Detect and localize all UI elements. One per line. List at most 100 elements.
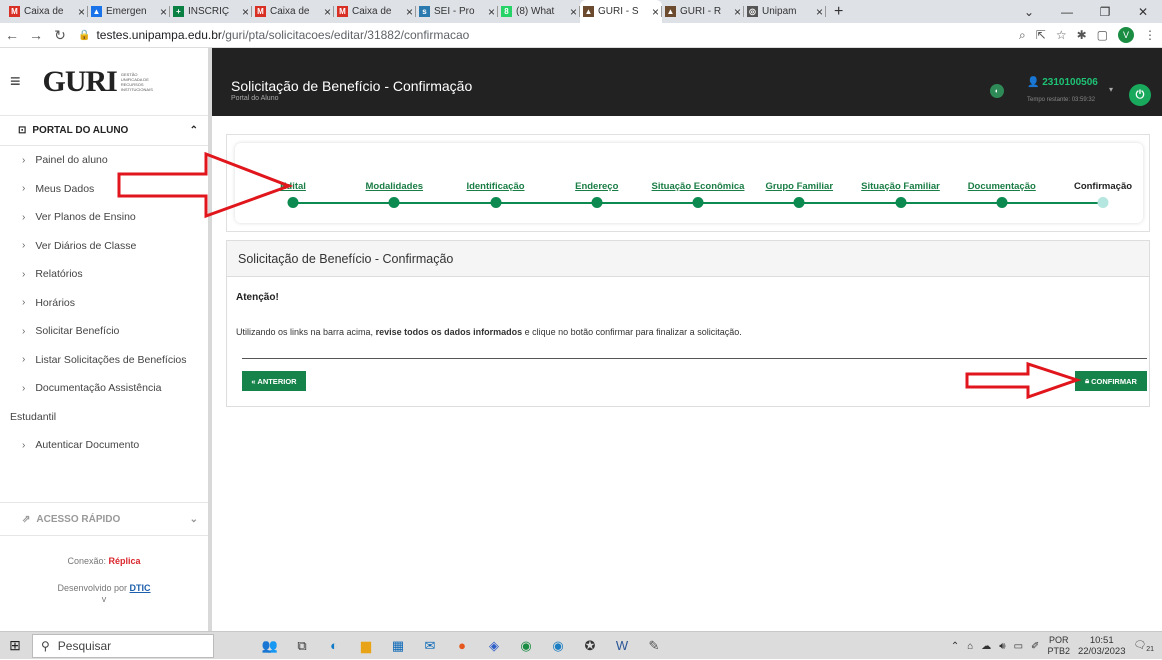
profile-avatar[interactable]: V — [1118, 27, 1134, 43]
file-explorer-icon[interactable]: ▆ — [356, 636, 376, 656]
sidepanel-icon[interactable]: ▢ — [1097, 28, 1108, 42]
store-icon[interactable]: ▦ — [388, 636, 408, 656]
step-dot[interactable] — [388, 197, 400, 208]
browser-tab[interactable]: ◎ Unipam × — [744, 0, 826, 23]
firefox-icon[interactable]: ● — [452, 636, 472, 656]
app-flame-icon[interactable]: ✪ — [580, 636, 600, 656]
close-tab-icon[interactable]: × — [78, 5, 85, 19]
close-tab-icon[interactable]: × — [816, 5, 823, 19]
forward-icon[interactable]: → — [24, 27, 48, 43]
browser-tab[interactable]: M Caixa de × — [334, 0, 416, 23]
sidebar-item-documentacao[interactable]: › Documentação Assistência — [0, 374, 208, 403]
step-link[interactable]: Endereço — [575, 181, 618, 192]
taskbar-search[interactable]: ⚲ Pesquisar — [32, 633, 214, 658]
language-indicator[interactable]: POR PTB2 — [1047, 635, 1070, 657]
close-tab-icon[interactable]: × — [324, 5, 331, 19]
step-link[interactable]: Identificação — [466, 181, 524, 192]
step-link[interactable]: Documentação — [968, 181, 1036, 192]
step-dot[interactable] — [996, 197, 1008, 208]
minimize-button[interactable]: — — [1048, 5, 1086, 19]
tab-search-icon[interactable]: ⌄ — [1010, 5, 1048, 19]
user-dropdown-icon[interactable]: ▾ — [1109, 85, 1113, 94]
dtic-link[interactable]: DTIC — [130, 583, 151, 593]
close-tab-icon[interactable]: × — [488, 5, 495, 19]
volume-icon[interactable]: 🔊︎ — [999, 641, 1005, 652]
portal-section-header[interactable]: ⊡ PORTAL DO ALUNO ⌃ — [0, 116, 208, 146]
mail-icon[interactable]: ✉ — [420, 636, 440, 656]
zoom-icon[interactable]: ⌕ — [1019, 28, 1026, 43]
bookmark-star-icon[interactable]: ☆ — [1056, 28, 1067, 42]
logout-power-icon[interactable]: ⏻ — [1129, 84, 1151, 106]
extensions-icon[interactable]: ✱ — [1077, 28, 1087, 42]
step-link[interactable]: Modalidades — [365, 181, 423, 192]
close-tab-icon[interactable]: × — [242, 5, 249, 19]
windows-start-icon[interactable]: ⊞ — [0, 637, 30, 654]
restore-button[interactable]: ❐ — [1086, 5, 1124, 19]
hamburger-menu-icon[interactable]: ≡ — [10, 71, 21, 92]
browser-tab[interactable]: ▲ GURI - R × — [662, 0, 744, 23]
sidebar-item-documentacao-wrap[interactable]: Estudantil — [0, 403, 208, 432]
guri-logo[interactable]: GURI — [43, 65, 118, 99]
step-dot[interactable] — [793, 197, 805, 208]
chrome-alt-icon[interactable]: ◉ — [548, 636, 568, 656]
browser-tab-label: Unipam — [762, 6, 797, 17]
browser-tab[interactable]: M Caixa de × — [6, 0, 88, 23]
step-dot[interactable] — [895, 197, 906, 208]
close-tab-icon[interactable]: × — [160, 5, 167, 19]
paint-icon[interactable]: ✎ — [644, 636, 664, 656]
new-tab-button[interactable]: + — [834, 3, 843, 21]
chrome-icon[interactable]: ◉ — [516, 636, 536, 656]
word-icon[interactable]: W — [612, 636, 632, 656]
close-tab-icon[interactable]: × — [734, 5, 741, 19]
sidebar-item-relatorios[interactable]: › Relatórios — [0, 260, 208, 289]
onedrive-icon[interactable]: ☁ — [981, 641, 991, 652]
back-icon[interactable]: ← — [0, 27, 24, 43]
step-link[interactable]: Grupo Familiar — [765, 181, 833, 192]
task-view-icon[interactable]: ⧉ — [292, 636, 312, 656]
clock[interactable]: 10:51 22/03/2023 — [1078, 635, 1126, 657]
edge-icon[interactable]: ◐ — [324, 636, 344, 656]
confirm-button[interactable]: 🔒︎ CONFIRMAR — [1075, 371, 1147, 391]
browser-tab[interactable]: + INSCRIÇ × — [170, 0, 252, 23]
share-icon[interactable]: ⇱ — [1036, 28, 1046, 42]
people-icon[interactable]: 👥 — [260, 636, 280, 656]
sidebar-item-listar[interactable]: › Listar Solicitações de Benefícios — [0, 346, 208, 375]
menu-kebab-icon[interactable]: ⋮ — [1144, 28, 1156, 42]
step-dot[interactable] — [591, 197, 603, 208]
close-window-button[interactable]: ✕ — [1124, 5, 1162, 19]
gmail-icon: M — [255, 6, 266, 17]
shield-app-icon[interactable]: ◈ — [484, 636, 504, 656]
step-dot[interactable] — [490, 197, 501, 208]
browser-tab[interactable]: s SEI - Pro × — [416, 0, 498, 23]
quick-access-header[interactable]: ⇗ ACESSO RÁPIDO ⌄ — [0, 502, 208, 536]
confirm-label: CONFIRMAR — [1091, 376, 1137, 386]
previous-button[interactable]: « ANTERIOR — [242, 371, 306, 391]
close-tab-icon[interactable]: × — [652, 5, 659, 19]
lang-primary: POR — [1048, 635, 1069, 645]
browser-tab[interactable]: ▲ GURI - S × — [580, 0, 662, 23]
sidebar-item-horarios[interactable]: › Horários — [0, 289, 208, 318]
reload-icon[interactable]: ↻ — [48, 27, 72, 44]
close-tab-icon[interactable]: × — [406, 5, 413, 19]
theme-toggle-icon[interactable]: ◐ — [990, 84, 1004, 98]
meet-icon[interactable]: ⌂ — [967, 641, 973, 652]
browser-tab[interactable]: M Caixa de × — [252, 0, 334, 23]
tray-chevron-icon[interactable]: ⌃ — [951, 641, 959, 652]
step-dot[interactable] — [692, 197, 704, 208]
step-dot[interactable] — [1097, 197, 1109, 208]
browser-tab[interactable]: 8 (8) What × — [498, 0, 580, 23]
step-link[interactable]: Situação Familiar — [861, 181, 940, 192]
network-icon[interactable]: ▭ — [1014, 641, 1023, 652]
sidebar-item-solicitar[interactable]: › Solicitar Benefício — [0, 317, 208, 346]
notifications-icon[interactable]: 🗨21 — [1134, 640, 1155, 653]
url-field[interactable]: 🔒 testes.unipampa.edu.br/guri/pta/solici… — [78, 28, 469, 42]
step-link[interactable]: Situação Econômica — [652, 181, 745, 192]
close-tab-icon[interactable]: × — [570, 5, 577, 19]
step-link[interactable]: Confirmação — [1074, 181, 1132, 192]
sidebar-item-diarios[interactable]: › Ver Diários de Classe — [0, 232, 208, 261]
sidebar-item-autenticar[interactable]: › Autenticar Documento — [0, 431, 208, 460]
browser-tab[interactable]: ▲ Emergen × — [88, 0, 170, 23]
user-id[interactable]: 👤 2310100506 — [1027, 77, 1098, 88]
external-link-icon: ⇗ — [22, 513, 31, 525]
pen-icon[interactable]: ✐ — [1031, 641, 1039, 652]
